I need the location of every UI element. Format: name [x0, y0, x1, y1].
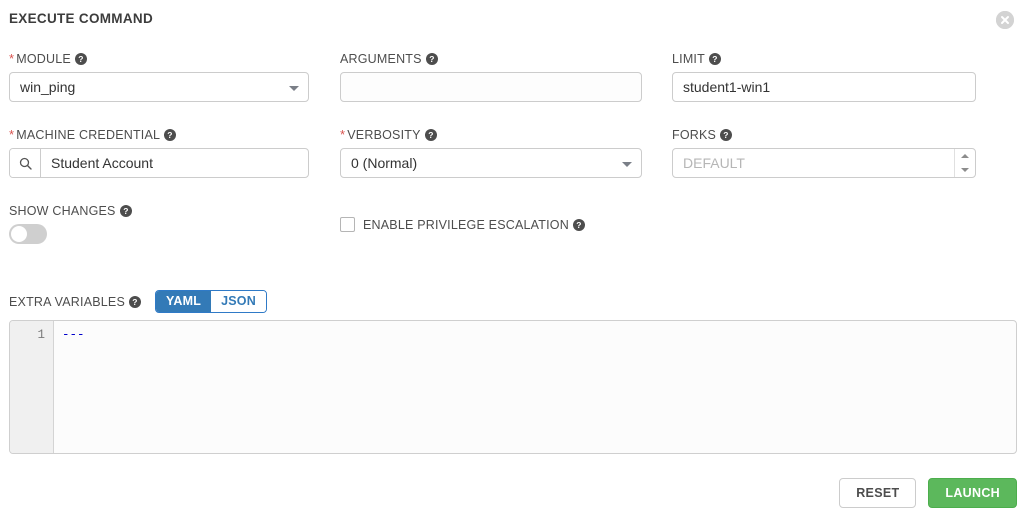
required-marker: *	[340, 127, 346, 142]
module-selected-value: win_ping	[20, 79, 76, 95]
form-row-3: SHOW CHANGES? ENABLE PRIVILEGE ESCALATIO…	[0, 204, 1026, 264]
magnifier-icon[interactable]	[10, 149, 41, 177]
question-circle-icon[interactable]: ?	[720, 129, 733, 141]
forks-input[interactable]: DEFAULT	[673, 149, 975, 177]
field-show-changes: SHOW CHANGES?	[9, 204, 309, 244]
svg-text:?: ?	[429, 54, 434, 64]
svg-text:?: ?	[123, 206, 128, 216]
show-changes-toggle[interactable]	[9, 224, 47, 244]
field-enable-privilege-escalation: ENABLE PRIVILEGE ESCALATION?	[340, 217, 642, 232]
field-label-machine-credential: * MACHINE CREDENTIAL?	[9, 128, 309, 142]
modal-footer: RESET LAUNCH	[839, 478, 1017, 508]
question-circle-icon[interactable]: ?	[74, 53, 87, 65]
editor-code-area[interactable]: ---	[54, 321, 1016, 453]
question-circle-icon[interactable]: ?	[425, 53, 438, 65]
field-label-verbosity: * VERBOSITY?	[340, 128, 642, 142]
field-label-limit: LIMIT?	[672, 52, 976, 66]
extra-variables-editor[interactable]: 1 ---	[9, 320, 1017, 454]
editor-line-number: 1	[37, 328, 45, 342]
modal-header: EXECUTE COMMAND	[0, 0, 1026, 40]
question-circle-icon[interactable]: ?	[708, 53, 721, 65]
field-arguments: ARGUMENTS?	[340, 52, 642, 102]
limit-input[interactable]: student1-win1	[672, 72, 976, 102]
question-circle-icon[interactable]: ?	[164, 129, 177, 141]
required-marker: *	[9, 127, 15, 142]
toggle-knob	[11, 226, 27, 242]
format-option-yaml[interactable]: YAML	[156, 291, 212, 312]
field-verbosity: * VERBOSITY? 0 (Normal)	[340, 128, 642, 178]
question-circle-icon[interactable]: ?	[119, 205, 132, 217]
question-circle-icon[interactable]: ?	[424, 129, 437, 141]
form-row-2: * MACHINE CREDENTIAL? Student Account * VE…	[0, 128, 1026, 188]
extra-variables-header: EXTRA VARIABLES? YAML JSON	[9, 290, 267, 313]
svg-text:?: ?	[78, 54, 83, 64]
arguments-input[interactable]	[340, 72, 642, 102]
question-circle-icon[interactable]: ?	[572, 218, 585, 231]
editor-line: ---	[62, 328, 85, 342]
enable-privilege-escalation-checkbox[interactable]	[340, 217, 355, 232]
launch-button[interactable]: LAUNCH	[928, 478, 1017, 508]
question-circle-icon[interactable]: ?	[129, 295, 142, 308]
close-icon[interactable]	[996, 11, 1014, 29]
form-row-1: * MODULE? win_ping ARGUMENTS? LIMIT? stud…	[0, 52, 1026, 112]
page-title: EXECUTE COMMAND	[9, 11, 154, 26]
execute-command-modal: EXECUTE COMMAND * MODULE? win_ping ARGUME…	[0, 0, 1026, 516]
extra-variables-format-toggle: YAML JSON	[155, 290, 267, 313]
editor-gutter: 1	[10, 321, 54, 453]
machine-credential-value[interactable]: Student Account	[41, 149, 308, 177]
field-limit: LIMIT? student1-win1	[672, 52, 976, 102]
field-forks: FORKS? DEFAULT	[672, 128, 976, 178]
format-option-json[interactable]: JSON	[211, 291, 266, 312]
svg-text:?: ?	[428, 130, 433, 140]
verbosity-selected-value: 0 (Normal)	[351, 155, 418, 171]
reset-button[interactable]: RESET	[839, 478, 917, 508]
field-label-arguments: ARGUMENTS?	[340, 52, 642, 66]
field-label-forks: FORKS?	[672, 128, 976, 142]
field-module: * MODULE? win_ping	[9, 52, 309, 102]
forks-spinner[interactable]	[954, 149, 975, 177]
extra-variables-label: EXTRA VARIABLES?	[9, 295, 142, 309]
chevron-down-icon	[289, 86, 299, 91]
chevron-down-icon	[622, 162, 632, 167]
field-label-show-changes: SHOW CHANGES?	[9, 204, 309, 218]
module-select[interactable]: win_ping	[9, 72, 309, 102]
machine-credential-lookup[interactable]: Student Account	[9, 148, 309, 178]
chevron-down-icon[interactable]	[955, 163, 975, 177]
enable-privilege-escalation-label: ENABLE PRIVILEGE ESCALATION?	[363, 218, 585, 232]
svg-text:?: ?	[723, 130, 728, 140]
required-marker: *	[9, 51, 15, 66]
verbosity-select[interactable]: 0 (Normal)	[340, 148, 642, 178]
forks-stepper[interactable]: DEFAULT	[672, 148, 976, 178]
svg-text:?: ?	[576, 220, 581, 230]
enable-privilege-escalation-row[interactable]: ENABLE PRIVILEGE ESCALATION?	[340, 217, 642, 232]
svg-text:?: ?	[712, 54, 717, 64]
svg-text:?: ?	[132, 297, 137, 307]
field-machine-credential: * MACHINE CREDENTIAL? Student Account	[9, 128, 309, 178]
field-label-module: * MODULE?	[9, 52, 309, 66]
svg-text:?: ?	[167, 130, 172, 140]
chevron-up-icon[interactable]	[955, 149, 975, 163]
